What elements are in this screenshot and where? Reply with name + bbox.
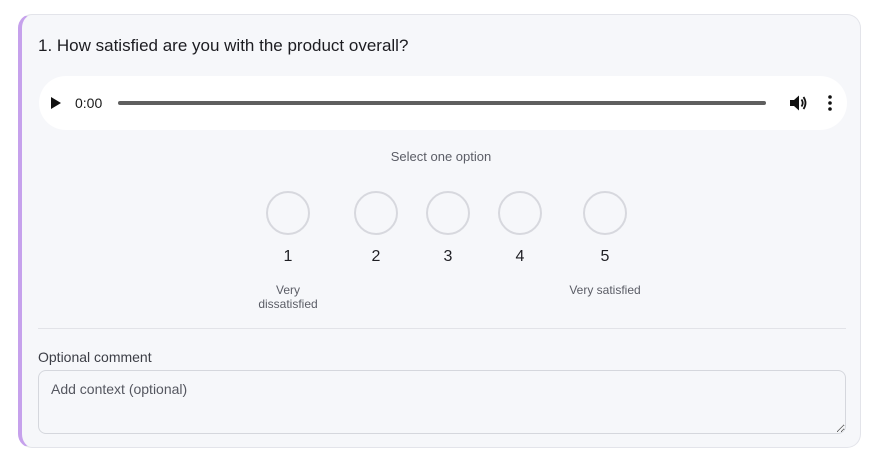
option-number: 5	[600, 248, 610, 265]
rating-option-1[interactable]: 1	[258, 191, 318, 266]
radio-circle[interactable]	[266, 191, 310, 235]
option-number: 4	[515, 248, 525, 265]
comment-label: Optional comment	[38, 349, 152, 365]
scale-low-label-line1: Very	[275, 283, 300, 297]
play-icon[interactable]	[51, 97, 61, 109]
audio-progress-bar[interactable]	[118, 101, 766, 105]
question-card: 1. How satisfied are you with the produc…	[18, 14, 861, 448]
question-title: 1. How satisfied are you with the produc…	[38, 36, 409, 55]
rating-option-2[interactable]: 2	[346, 191, 406, 266]
audio-time: 0:00	[75, 95, 103, 111]
radio-circle[interactable]	[583, 191, 627, 235]
rating-option-5[interactable]: 5	[575, 191, 635, 266]
select-hint: Select one option	[390, 149, 492, 164]
comment-input[interactable]	[38, 370, 846, 434]
radio-circle[interactable]	[426, 191, 470, 235]
rating-option-4[interactable]: 4	[490, 191, 550, 266]
option-number: 2	[371, 248, 381, 265]
rating-option-3[interactable]: 3	[418, 191, 478, 266]
divider	[38, 328, 846, 329]
scale-high-label: Very satisfied	[569, 283, 641, 297]
option-number: 3	[443, 248, 453, 265]
radio-circle[interactable]	[354, 191, 398, 235]
volume-icon[interactable]	[789, 94, 809, 112]
radio-circle[interactable]	[498, 191, 542, 235]
scale-low-label-line2: dissatisfied	[258, 297, 318, 311]
audio-player[interactable]: 0:00	[39, 76, 847, 130]
more-options-icon[interactable]	[824, 94, 836, 112]
option-number: 1	[283, 248, 293, 265]
scale-low-label: Very dissatisfied	[243, 283, 333, 311]
